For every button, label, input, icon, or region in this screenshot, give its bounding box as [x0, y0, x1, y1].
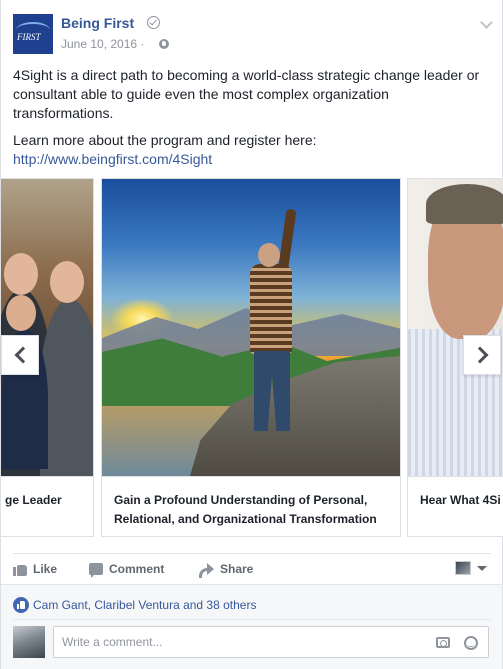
share-arrow-icon [199, 563, 214, 578]
verified-check-icon [147, 16, 160, 29]
post-paragraph: Learn more about the program and registe… [13, 131, 493, 169]
comment-button[interactable]: Comment [89, 562, 165, 578]
like-button[interactable]: Like [13, 562, 57, 576]
man-head [258, 243, 280, 267]
man-torso [250, 264, 292, 354]
card-caption[interactable]: Hear What 4Si [408, 476, 503, 536]
share-button[interactable]: Share [199, 562, 254, 578]
card-caption[interactable]: Gain a Profound Understanding of Persona… [102, 476, 400, 536]
reactions-section: Cam Gant, Claribel Ventura and 38 others… [1, 584, 502, 669]
chevron-right-icon [471, 346, 489, 364]
post-body: 4Sight is a direct path to becoming a wo… [13, 66, 493, 177]
person-head [6, 295, 36, 331]
carousel-card[interactable]: Gain a Profound Understanding of Persona… [101, 178, 401, 537]
chevron-left-icon [14, 346, 32, 364]
comment-bubble-icon [89, 563, 103, 578]
carousel-next-button[interactable] [463, 335, 501, 375]
post-learn-more: Learn more about the program and registe… [13, 132, 317, 148]
hair [426, 184, 503, 224]
post-paragraph: 4Sight is a direct path to becoming a wo… [13, 67, 480, 121]
emoji-icon[interactable] [464, 636, 478, 650]
thumbs-up-icon [13, 562, 27, 576]
card-image-group-photo[interactable] [1, 179, 93, 476]
post-as-selector[interactable] [455, 560, 491, 578]
like-reaction-icon [13, 597, 29, 613]
globe-icon [159, 39, 169, 49]
person-head [4, 253, 38, 295]
post-header: FIRST Being First June 10, 2016 · [13, 12, 493, 56]
camera-icon[interactable] [436, 637, 450, 648]
card-image-mountain[interactable] [102, 179, 400, 476]
comment-input[interactable]: Write a comment... [53, 626, 489, 658]
carousel-prev-button[interactable] [1, 335, 39, 375]
comment-label: Comment [109, 562, 165, 576]
reaction-summary[interactable]: Cam Gant, Claribel Ventura and 38 others [13, 597, 256, 613]
comment-placeholder: Write a comment... [62, 635, 163, 649]
carousel: ge Leader Gain a Profound Understanding … [1, 178, 503, 538]
like-label: Like [33, 562, 58, 576]
avatar[interactable] [13, 626, 45, 658]
reaction-names[interactable]: Cam Gant, Claribel Ventura and 38 others [33, 598, 256, 612]
action-bar: Like Comment Share [13, 553, 491, 584]
person-head [50, 261, 84, 303]
post-link[interactable]: http://www.beingfirst.com/4Sight [13, 150, 493, 169]
divider [13, 619, 491, 620]
page-name-link[interactable]: Being First [61, 15, 134, 31]
share-label: Share [220, 562, 254, 576]
page-logo[interactable]: FIRST [13, 14, 53, 54]
post-timestamp[interactable]: June 10, 2016 · [61, 37, 144, 51]
chevron-down-icon[interactable] [480, 16, 493, 29]
post-card: FIRST Being First June 10, 2016 · 4Sight… [0, 0, 503, 669]
caret-down-icon [477, 566, 487, 571]
logo-text: FIRST [17, 32, 41, 42]
card-caption[interactable]: ge Leader [1, 476, 93, 536]
avatar [455, 561, 471, 575]
card-image-portrait[interactable] [408, 179, 503, 476]
